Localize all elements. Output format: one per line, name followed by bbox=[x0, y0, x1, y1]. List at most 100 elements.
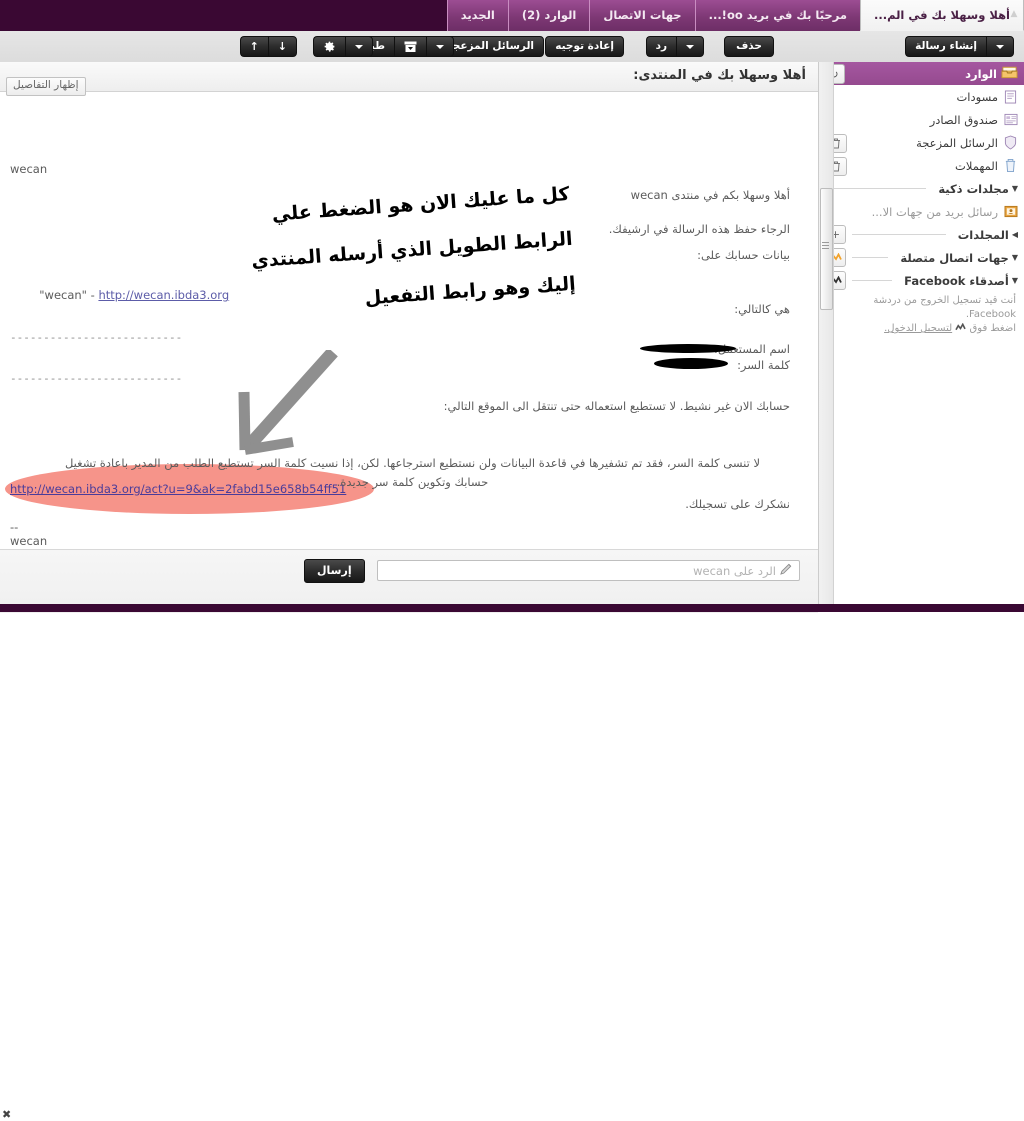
compose-caret-button[interactable] bbox=[986, 36, 1014, 57]
sidebar-group-label: المجلدات bbox=[957, 227, 1009, 242]
toolbar: إنشاء رسالة حذف رد إعادة توجيه الرسائل ا… bbox=[0, 31, 1024, 63]
tab-strip: أهلا وسهلا بك في الم... مرحبًا بك في بري… bbox=[446, 0, 1024, 31]
sidebar-item-label: مسودات bbox=[956, 89, 998, 104]
tab-welcome-forum[interactable]: أهلا وسهلا بك في الم... bbox=[859, 0, 1024, 31]
sidebar-item-trash[interactable]: المهملات bbox=[819, 154, 1024, 177]
tab-label: الجديد bbox=[460, 8, 495, 22]
sidebar-group-label: جهات اتصال متصلة bbox=[900, 250, 1009, 265]
tab-inbox[interactable]: الوارد (2) bbox=[507, 0, 590, 31]
divider-line-1: -------------------------- bbox=[10, 331, 183, 344]
contacts-icon bbox=[1003, 205, 1018, 218]
tab-label: مرحبًا بك في بريد oo!... bbox=[708, 8, 847, 22]
delete-button[interactable]: حذف bbox=[724, 36, 774, 57]
password-warning-line1: لا تنسى كلمة السر، فقد تم تشفيرها في قاع… bbox=[64, 456, 761, 470]
handwritten-annotation: كل ما عليك الان هو الضغط علي الرابط الطو… bbox=[247, 172, 577, 329]
message-subject-bar: أهلا وسهلا بك في المنتدى: bbox=[0, 62, 818, 92]
scrollbar-grip-icon bbox=[822, 242, 829, 249]
sidebar-item-label: صندوق الصادر bbox=[929, 112, 998, 127]
settings-caret-button[interactable] bbox=[345, 36, 373, 57]
account-data-label: بيانات حسابك على: bbox=[697, 248, 790, 262]
shield-icon bbox=[1003, 135, 1018, 150]
divider-line-2: -------------------------- bbox=[10, 372, 183, 385]
site-signature-line: "wecan" - http://wecan.ibda3.org bbox=[10, 273, 229, 318]
sidebar-group-label: مجلدات ذكية bbox=[938, 181, 1009, 196]
forward-group: إعادة توجيه bbox=[545, 36, 624, 57]
facebook-signin-link[interactable]: لتسجيل الدخول. bbox=[884, 323, 952, 334]
gear-icon bbox=[324, 41, 335, 52]
compose-group: إنشاء رسالة bbox=[905, 36, 1014, 57]
sidebar-scrollbar[interactable] bbox=[819, 62, 834, 612]
tab-welcome-mail[interactable]: مرحبًا بك في بريد oo!... bbox=[694, 0, 860, 31]
bottom-purple-strip bbox=[0, 604, 1024, 612]
compose-button[interactable]: إنشاء رسالة bbox=[905, 36, 986, 57]
sidebar-item-inbox[interactable]: الوارد ↻ bbox=[819, 62, 1024, 85]
next-message-button[interactable]: ↓ bbox=[267, 36, 297, 57]
sidebar-group-facebook-friends[interactable]: ▼ أصدقاء Facebook bbox=[819, 269, 1024, 292]
facebook-note-line2: اضغط فوق لتسجيل الدخول. bbox=[827, 322, 1016, 336]
chevron-left-icon: ◀ bbox=[1011, 230, 1018, 239]
reply-button[interactable]: رد bbox=[645, 36, 676, 57]
message-pane: أهلا وسهلا بك في المنتدى: إظهار التفاصيل… bbox=[0, 62, 818, 549]
webmail-app: أهلا وسهلا بك في الم... مرحبًا بك في بري… bbox=[0, 0, 1024, 1121]
prev-next-group: ↓ ↑ bbox=[239, 36, 297, 57]
sidebar-item-spam[interactable]: الرسائل المزعجة bbox=[819, 131, 1024, 154]
signature-dashes: -- bbox=[10, 520, 19, 534]
site-quote: "wecan" - bbox=[39, 288, 99, 302]
tab-label: جهات الاتصال bbox=[603, 8, 682, 22]
sender-name-top: wecan bbox=[10, 162, 48, 176]
pencil-icon bbox=[780, 563, 793, 578]
sidebar-group-online-contacts[interactable]: ▼ جهات اتصال متصلة bbox=[819, 246, 1024, 269]
divider bbox=[831, 188, 927, 189]
settings-button[interactable] bbox=[313, 36, 345, 57]
sidebar-group-folders[interactable]: ◀ المجلدات + bbox=[819, 223, 1024, 246]
drafts-icon bbox=[1003, 90, 1018, 104]
chevron-down-icon: ▼ bbox=[1011, 184, 1018, 193]
divider bbox=[852, 280, 893, 281]
sidebar-item-outbox[interactable]: صندوق الصادر bbox=[819, 108, 1024, 131]
inbox-icon bbox=[1001, 65, 1018, 82]
sidebar-group-label: أصدقاء Facebook bbox=[904, 273, 1009, 288]
messenger-icon bbox=[952, 322, 967, 334]
trash-icon bbox=[1003, 158, 1018, 173]
annotation-arrow bbox=[225, 347, 345, 465]
send-button[interactable]: إرسال bbox=[304, 559, 365, 583]
inactive-account-notice: حسابك الان غير نشيط. لا تستطيع استعماله … bbox=[443, 399, 790, 413]
sidebar-item-label: الرسائل المزعجة bbox=[916, 135, 998, 150]
top-purple-bar: أهلا وسهلا بك في الم... مرحبًا بك في بري… bbox=[0, 0, 1024, 32]
archive-box-icon bbox=[404, 41, 417, 52]
reply-label: رد bbox=[655, 40, 667, 52]
forward-button[interactable]: إعادة توجيه bbox=[545, 36, 624, 57]
reply-input[interactable]: الرد على wecan bbox=[377, 560, 800, 581]
chevron-down-icon bbox=[686, 44, 694, 49]
divider bbox=[852, 257, 889, 258]
close-icon[interactable]: ✖ bbox=[2, 1108, 11, 1121]
compose-label: إنشاء رسالة bbox=[915, 40, 977, 52]
outbox-icon bbox=[1003, 113, 1018, 126]
sidebar-inbox-label: الوارد bbox=[965, 66, 997, 81]
archive-button[interactable] bbox=[394, 36, 426, 57]
password-warning-line2: حسابك وتكوين كلمة سر جديدة. bbox=[336, 475, 489, 489]
delete-group: حذف bbox=[724, 36, 774, 57]
tab-contacts[interactable]: جهات الاتصال bbox=[589, 0, 695, 31]
arrow-up-icon: ↑ bbox=[249, 40, 259, 53]
sidebar-item-smart-contacts-mail[interactable]: رسائل بريد من جهات الا... bbox=[819, 200, 1024, 223]
prev-message-button[interactable]: ↑ bbox=[239, 36, 268, 57]
forward-label: إعادة توجيه bbox=[555, 40, 614, 52]
facebook-note-prefix: اضغط فوق bbox=[969, 323, 1016, 334]
redaction-password bbox=[654, 358, 728, 369]
scrollbar-thumb[interactable] bbox=[820, 188, 833, 310]
reply-group: رد bbox=[645, 36, 704, 57]
scroll-up-icon[interactable]: ▲ bbox=[1008, 8, 1020, 20]
sidebar-item-drafts[interactable]: مسودات bbox=[819, 85, 1024, 108]
reply-placeholder: الرد على wecan bbox=[693, 563, 776, 578]
page-title: أهلا وسهلا بك في المنتدى: bbox=[633, 68, 806, 83]
tab-label: الوارد (2) bbox=[521, 8, 577, 22]
sidebar-group-smart-folders[interactable]: ▼ مجلدات ذكية bbox=[819, 177, 1024, 200]
chevron-down-icon: ▼ bbox=[1011, 253, 1018, 262]
archive-caret-button[interactable] bbox=[426, 36, 454, 57]
site-link[interactable]: http://wecan.ibda3.org bbox=[98, 288, 229, 302]
as-follows-label: هي كالتالي: bbox=[734, 302, 790, 316]
tab-new[interactable]: الجديد bbox=[446, 0, 508, 31]
reply-caret-button[interactable] bbox=[676, 36, 704, 57]
sidebar-item-label: رسائل بريد من جهات الا... bbox=[871, 204, 998, 219]
